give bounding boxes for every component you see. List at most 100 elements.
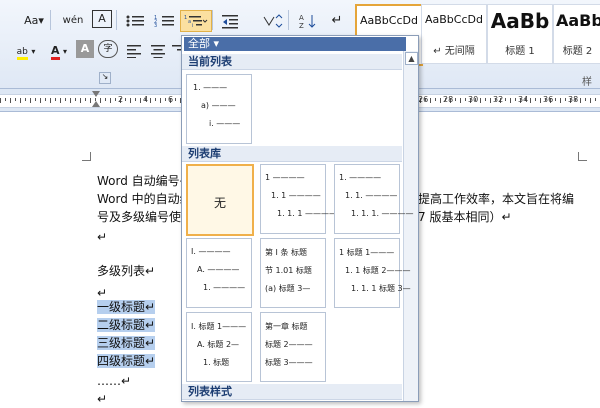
- list-library-item[interactable]: I. 标题 1——— A. 标题 2— 1. 标题: [186, 312, 252, 382]
- style-sample: AaBbC: [556, 11, 600, 30]
- ruler-tick: [590, 98, 591, 103]
- indent-marker-icon[interactable]: [92, 101, 100, 107]
- list-library-item[interactable]: I. ———— A. ———— 1. ————: [186, 238, 252, 308]
- tile-line: 1. ————: [339, 173, 382, 182]
- gallery-scrollbar[interactable]: ▲: [403, 51, 418, 401]
- font-color-button[interactable]: A ▾: [44, 40, 74, 62]
- scroll-up-icon[interactable]: ▲: [405, 52, 418, 65]
- ruler-tick: [90, 98, 91, 103]
- tile-line: 第 Ⅰ 条 标题: [265, 248, 307, 257]
- multilevel-list-gallery: 全部 ▾ ▲ 当前列表 1. ——— a) ——— i. ——— 列表库 无 1 —…: [181, 35, 419, 402]
- chevron-down-icon[interactable]: ▾: [31, 47, 35, 56]
- align-center-button[interactable]: [146, 40, 170, 62]
- ruler-tick: [105, 98, 106, 101]
- ruler-number: 34: [518, 95, 529, 104]
- crop-mark: [82, 152, 91, 161]
- document-line[interactable]: ↵: [97, 390, 107, 408]
- tile-line: 标题 2———: [265, 340, 313, 349]
- style-no-spacing[interactable]: AaBbCcDd ↵ 无间隔: [421, 4, 487, 64]
- decrease-indent-button[interactable]: [218, 10, 242, 32]
- style-heading-1[interactable]: AaBb 标题 1: [487, 4, 553, 64]
- phonetic-guide-button[interactable]: wén: [56, 10, 90, 32]
- style-heading-2[interactable]: AaBbC 标题 2: [553, 4, 600, 64]
- document-line[interactable]: Word 中的自动编: [97, 190, 192, 208]
- ruler-tick: [555, 98, 556, 101]
- ruler-number: 4: [143, 95, 149, 104]
- svg-text:A: A: [299, 14, 304, 22]
- ruler-tick: [85, 98, 86, 101]
- multilevel-list-button[interactable]: 1 a i: [180, 10, 212, 32]
- ruler-tick: [135, 98, 136, 101]
- tile-line: I. ————: [191, 247, 231, 256]
- character-shading-button[interactable]: A: [76, 40, 94, 58]
- ruler-tick: [110, 98, 111, 103]
- document-line[interactable]: 号及多级编号使: [97, 208, 181, 226]
- list-library-item[interactable]: 1. ———— 1. 1. ———— 1. 1. 1. ————: [334, 164, 414, 234]
- align-left-icon: [127, 45, 141, 59]
- ruler-tick: [65, 98, 66, 101]
- ruler-tick: [30, 98, 31, 103]
- ruler-tick: [430, 98, 431, 103]
- change-case-button[interactable]: Aa▾: [20, 10, 48, 32]
- text-highlight-button[interactable]: ab ▾: [10, 40, 42, 62]
- document-line[interactable]: 二级标题↵: [97, 316, 156, 334]
- show-marks-button[interactable]: ↵: [326, 10, 348, 32]
- document-line-tail[interactable]: 提高工作效率，本文旨在将编: [418, 190, 574, 208]
- ribbon-separator: [212, 10, 213, 30]
- line-text: 一级标题↵: [97, 300, 156, 314]
- list-library-item[interactable]: 第 Ⅰ 条 标题节 1.01 标题 (a) 标题 3—: [260, 238, 326, 308]
- styles-group-label: 样: [582, 77, 592, 88]
- character-border-button[interactable]: A: [92, 10, 112, 28]
- crop-mark: [578, 152, 587, 161]
- ruler-tick: [535, 98, 536, 101]
- gallery-filter-all[interactable]: 全部 ▾: [184, 37, 406, 51]
- ruler-tick: [485, 98, 486, 101]
- ruler-tick: [45, 98, 46, 101]
- sort-button[interactable]: AZ: [296, 10, 320, 32]
- document-line[interactable]: ……↵: [97, 372, 131, 390]
- tile-line: 1. 标题: [203, 358, 230, 367]
- line-text: 号及多级编号使: [97, 210, 182, 224]
- tile-line: 1. 1 ————: [271, 191, 321, 200]
- current-list-tile[interactable]: 1. ——— a) ——— i. ———: [186, 74, 252, 144]
- list-library-item[interactable]: 1 标题 1——— 1. 1 标题 2——— 1. 1. 1 标题 3—: [334, 238, 411, 308]
- ruler-tick: [25, 98, 26, 101]
- numbering-icon: 1 2 3: [154, 15, 174, 29]
- tile-line: 1 标题 1———: [339, 248, 395, 257]
- decrease-indent-icon: [222, 15, 238, 29]
- ruler-number: 6: [168, 95, 174, 104]
- list-library-item[interactable]: 1 ———— 1. 1 ———— 1. 1. 1 ————: [260, 164, 337, 234]
- ruler-tick: [40, 98, 41, 103]
- ruler-tick: [10, 98, 11, 103]
- chevron-down-icon[interactable]: ▾: [63, 47, 67, 56]
- document-line[interactable]: 四级标题↵: [97, 352, 156, 370]
- numbering-button[interactable]: 1 2 3: [150, 10, 180, 32]
- ruler-tick: [580, 98, 581, 103]
- document-line[interactable]: ↵: [97, 228, 107, 246]
- ruler-tick: [595, 98, 596, 101]
- line-spacing-button[interactable]: [258, 10, 286, 32]
- document-line[interactable]: Word 自动编号↵: [97, 172, 190, 190]
- indent-marker-icon[interactable]: [92, 91, 100, 97]
- ribbon-separator: [288, 10, 289, 30]
- document-line[interactable]: 三级标题↵: [97, 334, 156, 352]
- ruler-tick: [140, 98, 141, 103]
- tile-line: 1. 1. 1 标题 3—: [351, 284, 411, 293]
- line-text: ……↵: [97, 374, 132, 388]
- line-text: Word 中的自动编: [97, 192, 192, 206]
- list-library-item[interactable]: 第一章 标题 标题 2——— 标题 3———: [260, 312, 326, 382]
- ruler-number: 26: [418, 95, 429, 104]
- align-left-button[interactable]: [122, 40, 146, 62]
- document-line[interactable]: 多级列表↵: [97, 262, 155, 280]
- line-text: 三级标题↵: [97, 336, 156, 350]
- ruler-tick: [490, 98, 491, 103]
- bullets-button[interactable]: [120, 10, 150, 32]
- list-library-none[interactable]: 无: [186, 164, 254, 236]
- paragraph-dialog-launcher-icon[interactable]: ↘: [99, 72, 111, 84]
- document-line-tail[interactable]: 7 版基本相同）↵: [418, 208, 512, 226]
- enclose-characters-button[interactable]: 字: [98, 40, 118, 58]
- ruler-tick: [165, 98, 166, 101]
- ruler-tick: [585, 98, 586, 101]
- tile-line: 1. ————: [203, 283, 246, 292]
- document-line[interactable]: 一级标题↵: [97, 298, 156, 316]
